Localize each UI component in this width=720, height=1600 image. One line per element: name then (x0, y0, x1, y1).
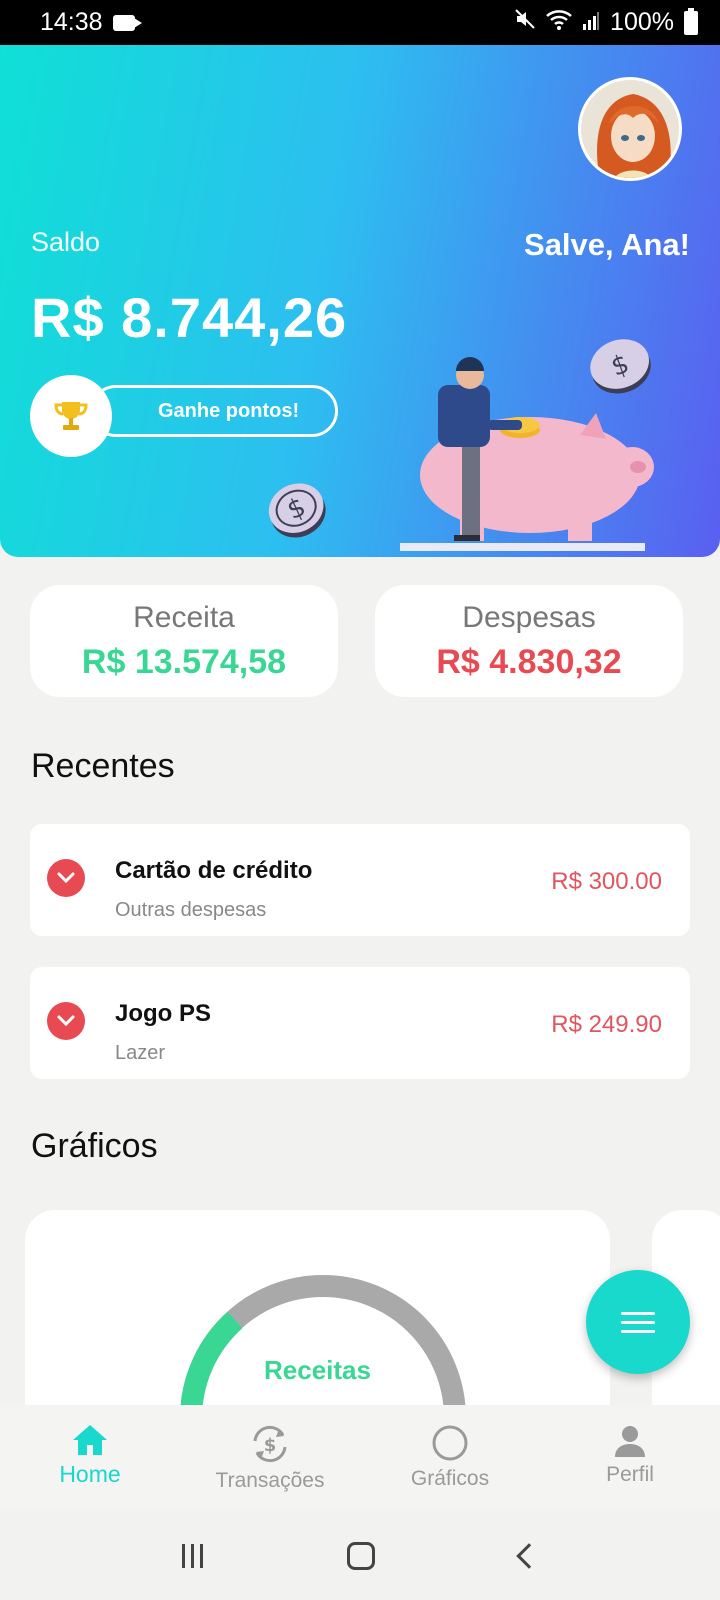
nav-charts[interactable]: Gráficos (360, 1405, 540, 1511)
chart-circle-icon (432, 1425, 468, 1461)
transaction-category: Outras despesas (115, 899, 267, 921)
system-home-button[interactable] (347, 1541, 376, 1570)
nav-profile[interactable]: Perfil (540, 1405, 720, 1511)
signal-icon (582, 8, 600, 37)
status-bar: 14:38 100% (0, 0, 720, 45)
recent-title: Recentes (31, 747, 175, 785)
chevron-down-icon (47, 859, 85, 897)
income-card[interactable]: Receita R$ 13.574,58 (30, 585, 338, 697)
expense-label: Despesas (462, 601, 596, 634)
transaction-title: Cartão de crédito (115, 857, 313, 884)
transaction-category: Lazer (115, 1042, 166, 1064)
home-icon (73, 1425, 107, 1455)
person-icon (615, 1426, 645, 1457)
earn-points-button[interactable]: Ganhe pontos! (90, 385, 338, 437)
balance-label: Saldo (31, 227, 101, 257)
menu-fab-button[interactable] (586, 1270, 690, 1374)
mute-icon (514, 8, 536, 37)
back-button[interactable] (516, 1542, 542, 1569)
bottom-navigation: Home $ Transações Gráficos Perfil (0, 1405, 720, 1511)
trophy-icon (30, 375, 112, 457)
nav-label: Perfil (606, 1463, 654, 1486)
transaction-amount: R$ 300.00 (551, 868, 662, 895)
gauge-label: Receitas (264, 1355, 371, 1385)
piggy-bank-illustration: $ (400, 339, 654, 551)
greeting: Salve, Ana! (524, 227, 690, 262)
balance-value: R$ 8.744,26 (31, 286, 348, 349)
transaction-item[interactable]: Cartão de crédito Outras despesas R$ 300… (30, 824, 690, 936)
income-value: R$ 13.574,58 (81, 643, 287, 681)
expense-card[interactable]: Despesas R$ 4.830,32 (375, 585, 683, 697)
system-navigation (0, 1511, 720, 1600)
exchange-icon: $ (253, 1425, 287, 1463)
video-record-icon (112, 14, 142, 31)
nav-label: Gráficos (410, 1467, 490, 1490)
nav-transactions[interactable]: $ Transações (180, 1405, 360, 1511)
coin-icon: $ (268, 483, 326, 538)
charts-title: Gráficos (31, 1127, 158, 1165)
recents-button[interactable] (182, 1543, 204, 1568)
transaction-amount: R$ 249.90 (551, 1011, 662, 1038)
transaction-title: Jogo PS (115, 1000, 212, 1027)
clock: 14:38 (40, 8, 103, 36)
transaction-item[interactable]: Jogo PS Lazer R$ 249.90 (30, 967, 690, 1079)
avatar[interactable] (578, 77, 682, 181)
svg-text:$: $ (264, 1435, 277, 1456)
chevron-down-icon (47, 1002, 85, 1040)
expense-value: R$ 4.830,32 (436, 643, 622, 681)
battery-percent: 100% (610, 8, 674, 36)
income-label: Receita (133, 601, 235, 634)
nav-home[interactable]: Home (0, 1405, 180, 1511)
menu-icon (621, 1311, 655, 1315)
nav-label: Home (59, 1461, 121, 1487)
balance-header: Saldo Salve, Ana! R$ 8.744,26 Ganhe pont… (0, 45, 720, 557)
battery-icon (684, 7, 698, 35)
wifi-icon (546, 8, 572, 37)
nav-label: Transações (215, 1469, 325, 1492)
points-pill[interactable]: Ganhe pontos! (30, 375, 338, 457)
